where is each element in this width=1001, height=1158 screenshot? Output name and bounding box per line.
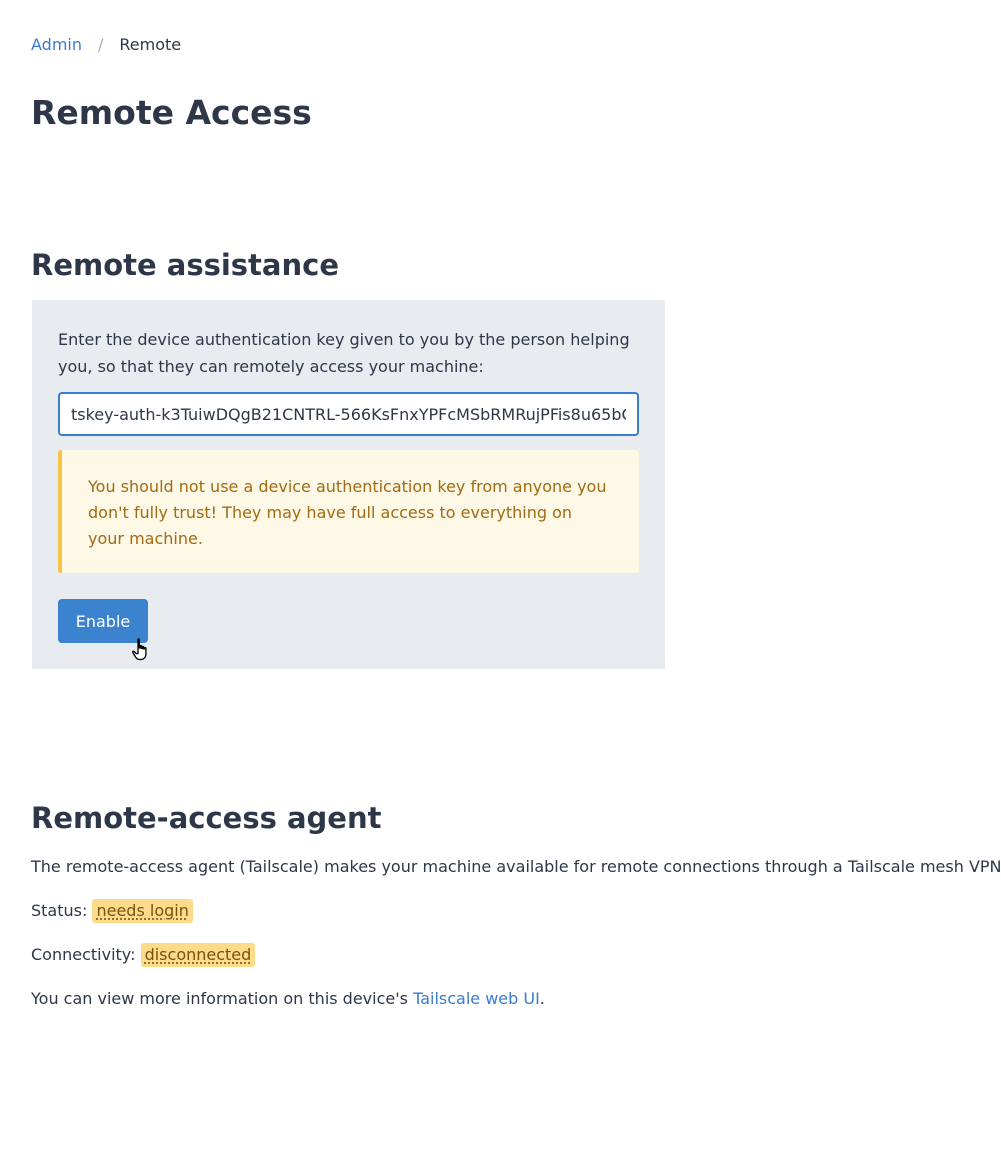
status-label: Status: (31, 901, 88, 920)
more-info-prefix: You can view more information on this de… (31, 989, 408, 1008)
trust-warning: You should not use a device authenticati… (58, 450, 639, 573)
remote-assistance-panel: Enter the device authentication key give… (32, 300, 665, 669)
enable-button[interactable]: Enable (58, 599, 148, 643)
breadcrumb-current: Remote (119, 35, 182, 54)
hand-pointer-icon (132, 638, 147, 661)
tailscale-web-ui-link[interactable]: Tailscale web UI (413, 989, 540, 1008)
more-info-suffix: . (539, 989, 545, 1008)
breadcrumb-admin-link[interactable]: Admin (31, 35, 82, 55)
connectivity-row: Connectivity: disconnected (31, 943, 256, 967)
agent-description: The remote-access agent (Tailscale) make… (31, 857, 1001, 876)
connectivity-badge: disconnected (140, 943, 256, 967)
auth-key-input[interactable] (58, 392, 639, 436)
more-info-row: You can view more information on this de… (31, 987, 545, 1011)
status-row: Status: needs login (31, 899, 193, 923)
page-title: Remote Access (31, 93, 312, 132)
remote-assistance-heading: Remote assistance (31, 248, 339, 282)
remote-assistance-intro: Enter the device authentication key give… (58, 330, 630, 376)
breadcrumb: Admin / Remote (31, 35, 181, 55)
remote-access-agent-heading: Remote-access agent (31, 801, 382, 835)
connectivity-label: Connectivity: (31, 945, 136, 964)
breadcrumb-separator: / (98, 35, 104, 54)
status-badge: needs login (92, 899, 193, 923)
